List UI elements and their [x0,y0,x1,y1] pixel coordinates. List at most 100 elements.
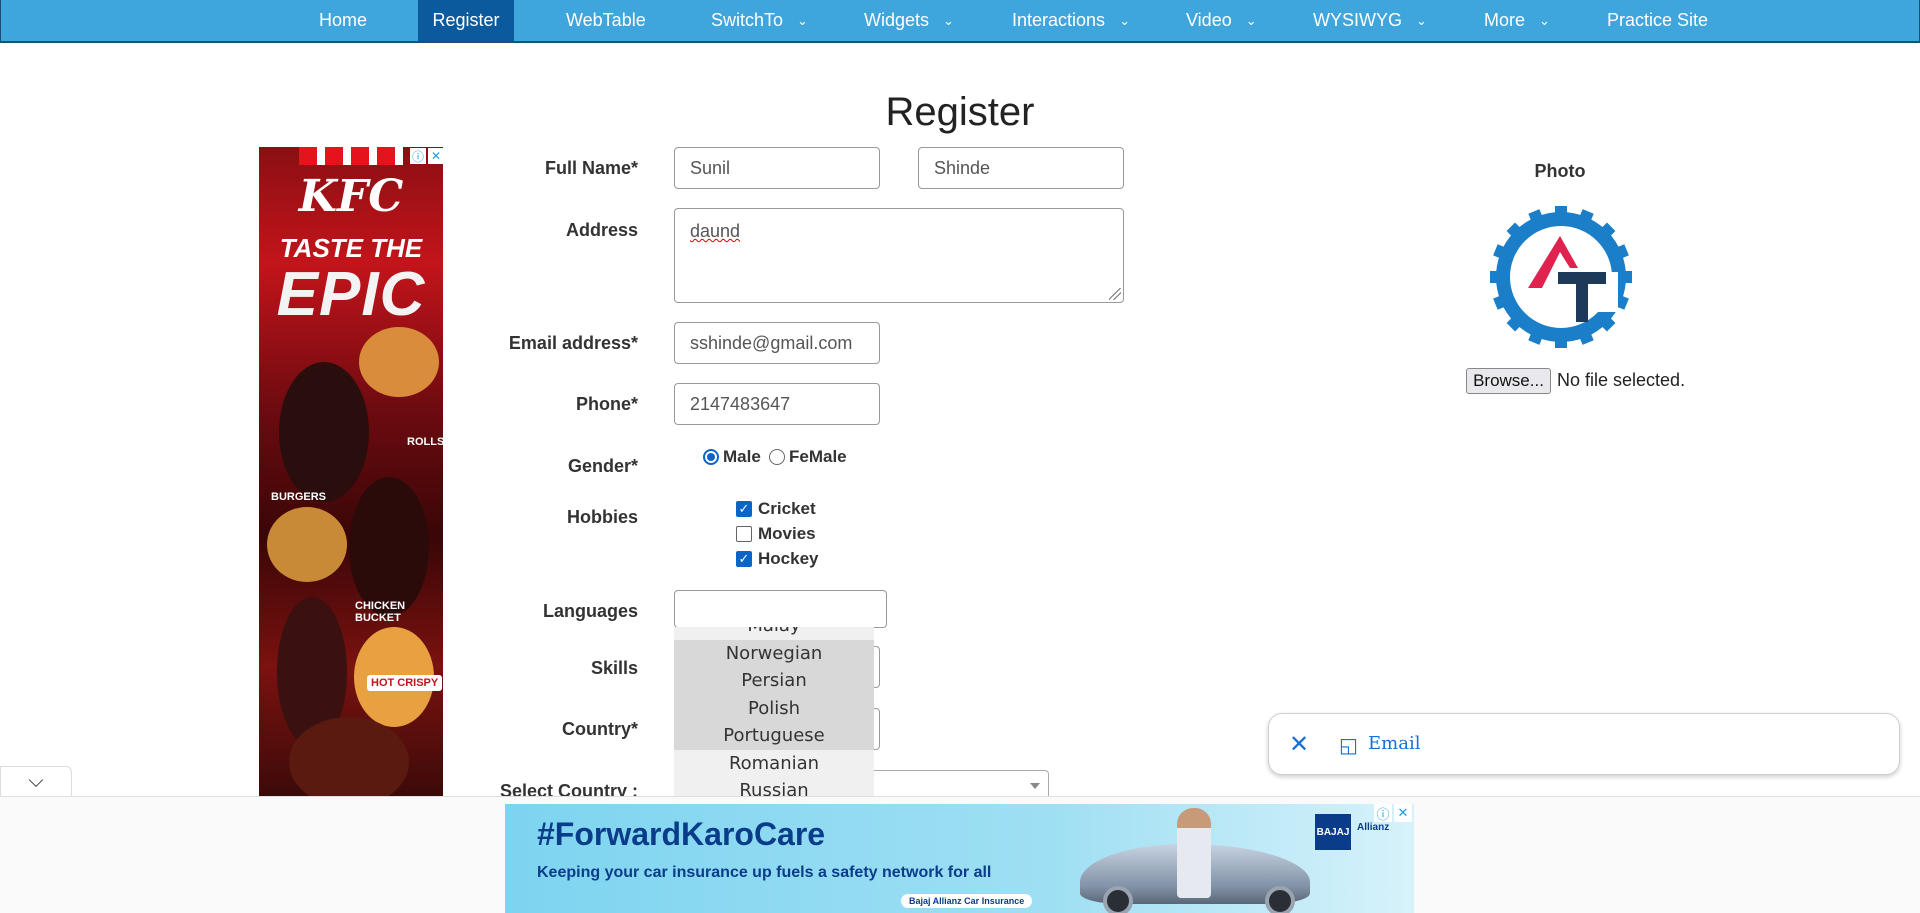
gender-male-radio[interactable]: Male [703,447,761,467]
ad-tag: CHICKEN BUCKET [355,600,406,624]
language-option[interactable]: Persian [674,667,874,695]
country-label: Country* [562,719,638,739]
nav-label: WYSIWYG [1313,10,1402,30]
nav-label: Interactions [1012,10,1106,30]
nav-webtable[interactable]: WebTable [566,0,646,41]
nav-home[interactable]: Home [319,0,367,41]
nav-label: More [1484,10,1526,30]
chevron-down-icon: ⌄ [797,12,808,28]
skills-label: Skills [590,658,638,678]
radio-label: Male [723,447,761,466]
nav-more[interactable]: More ⌄ [1484,0,1550,41]
ad-fine-print [537,896,897,903]
email-input[interactable]: sshinde@gmail.com [674,322,880,364]
dropdown-arrow-icon [1030,783,1040,789]
ad-person-image [1177,808,1211,898]
language-option[interactable]: Polish [674,694,874,722]
checkbox-label: Movies [758,524,816,543]
chevron-down-icon: ⌄ [1245,12,1257,28]
photo-label: Photo [1534,161,1586,181]
bottom-ad-controls: ⓘ ✕ [1374,804,1412,822]
nav-video[interactable]: Video ⌄ [1186,0,1257,41]
nav-switchto[interactable]: SwitchTo ⌄ [711,0,808,41]
address-textarea[interactable]: daund [674,208,1124,303]
nav-register[interactable]: Register [418,0,514,41]
ad-pill: Bajaj Allianz Car Insurance [901,894,1033,908]
chevron-down-icon: ⌄ [1119,12,1130,28]
collapse-ad-button[interactable]: ⌵ [0,766,72,796]
language-option[interactable]: Portuguese [674,722,874,750]
ad-subline: Keeping your car insurance up fuels a sa… [537,864,992,881]
hobby-hockey-checkbox[interactable]: ✓ Hockey [736,549,818,569]
languages-input[interactable] [674,590,887,628]
ad-person-image [279,362,369,502]
first-name-input[interactable]: Sunil [674,147,880,189]
radio-button[interactable] [703,449,719,465]
nav-label: Widgets [864,10,930,30]
phone-label: Phone* [575,394,638,414]
ad-bucket-label: HOT CRISPY [367,675,443,691]
last-name-input[interactable]: Shinde [918,147,1124,189]
ad-food-image [359,327,439,397]
hobby-cricket-checkbox[interactable]: ✓ Cricket [736,499,816,519]
hobbies-label: Hobbies [566,507,638,527]
file-status-text: No file selected. [1557,370,1686,390]
close-icon[interactable]: ✕ [1289,730,1309,759]
nav-label: Video [1186,10,1232,30]
nav-wysiwyg[interactable]: WYSIWYG ⌄ [1313,0,1427,41]
nav-label: Practice Site [1607,10,1709,30]
ad-wheel [1265,886,1295,913]
hobby-movies-checkbox[interactable]: Movies [736,524,816,544]
resize-grip-icon[interactable] [1109,288,1121,300]
address-value: daund [690,221,741,241]
radio-button[interactable] [769,449,785,465]
devices-icon: ◱ [1339,735,1358,757]
ad-tag: BURGERS [271,491,327,503]
ad-stripes [299,147,403,165]
info-icon[interactable]: ⓘ [410,148,426,164]
ad-tag: ROLLS [407,436,443,448]
info-icon[interactable]: ⓘ [1374,804,1392,822]
full-name-label: Full Name* [544,158,638,178]
language-option[interactable]: Norwegian [674,639,874,667]
browse-button[interactable]: Browse... [1466,368,1551,394]
left-ad-banner[interactable]: KFC TASTE THE EPIC ROLLS BURGERS CHICKEN… [259,147,443,797]
languages-dropdown-list[interactable]: Malay Norwegian Persian Polish Portugues… [674,627,874,800]
gender-label: Gender* [567,456,638,476]
email-share-bar[interactable]: ✕ ◱ Email [1268,713,1900,775]
site-logo-icon [1490,206,1632,348]
ad-wheel [1103,886,1133,913]
ad-brand-logo: BAJAJ [1315,814,1351,850]
ad-partner: Allianz [1357,822,1390,833]
language-option[interactable]: Romanian [674,750,874,778]
close-icon[interactable]: ✕ [1394,804,1412,822]
nav-interactions[interactable]: Interactions ⌄ [1012,0,1130,41]
ad-burger-image [267,507,347,582]
chevron-down-icon: ⌄ [943,12,954,28]
email-label: Email address* [508,333,638,353]
email-link[interactable]: Email [1368,733,1420,754]
address-label: Address [565,220,638,240]
chevron-down-icon: ⌄ [1416,12,1427,28]
checkbox[interactable]: ✓ [736,551,752,567]
languages-label: Languages [542,601,638,621]
nav-label: Register [432,10,500,30]
bottom-ad-banner[interactable]: #ForwardKaroCare Keeping your car insura… [505,804,1414,913]
page-title: Register [885,90,1035,134]
nav-widgets[interactable]: Widgets ⌄ [864,0,954,41]
nav-label: WebTable [566,10,646,30]
ad-brand: KFC [298,171,404,222]
nav-label: SwitchTo [711,10,784,30]
nav-practice-site[interactable]: Practice Site [1607,0,1708,41]
checkbox[interactable]: ✓ [736,501,752,517]
chevron-down-icon: ⌄ [1539,12,1550,28]
nav-label: Home [319,10,368,30]
checkbox-label: Hockey [758,549,819,568]
language-option[interactable]: Malay [674,627,874,640]
ad-person-image [289,717,409,797]
checkbox[interactable] [736,526,752,542]
checkbox-label: Cricket [758,499,816,518]
phone-input[interactable]: 2147483647 [674,383,880,425]
ad-person-image [349,477,429,617]
gender-female-radio[interactable]: FeMale [769,447,847,467]
